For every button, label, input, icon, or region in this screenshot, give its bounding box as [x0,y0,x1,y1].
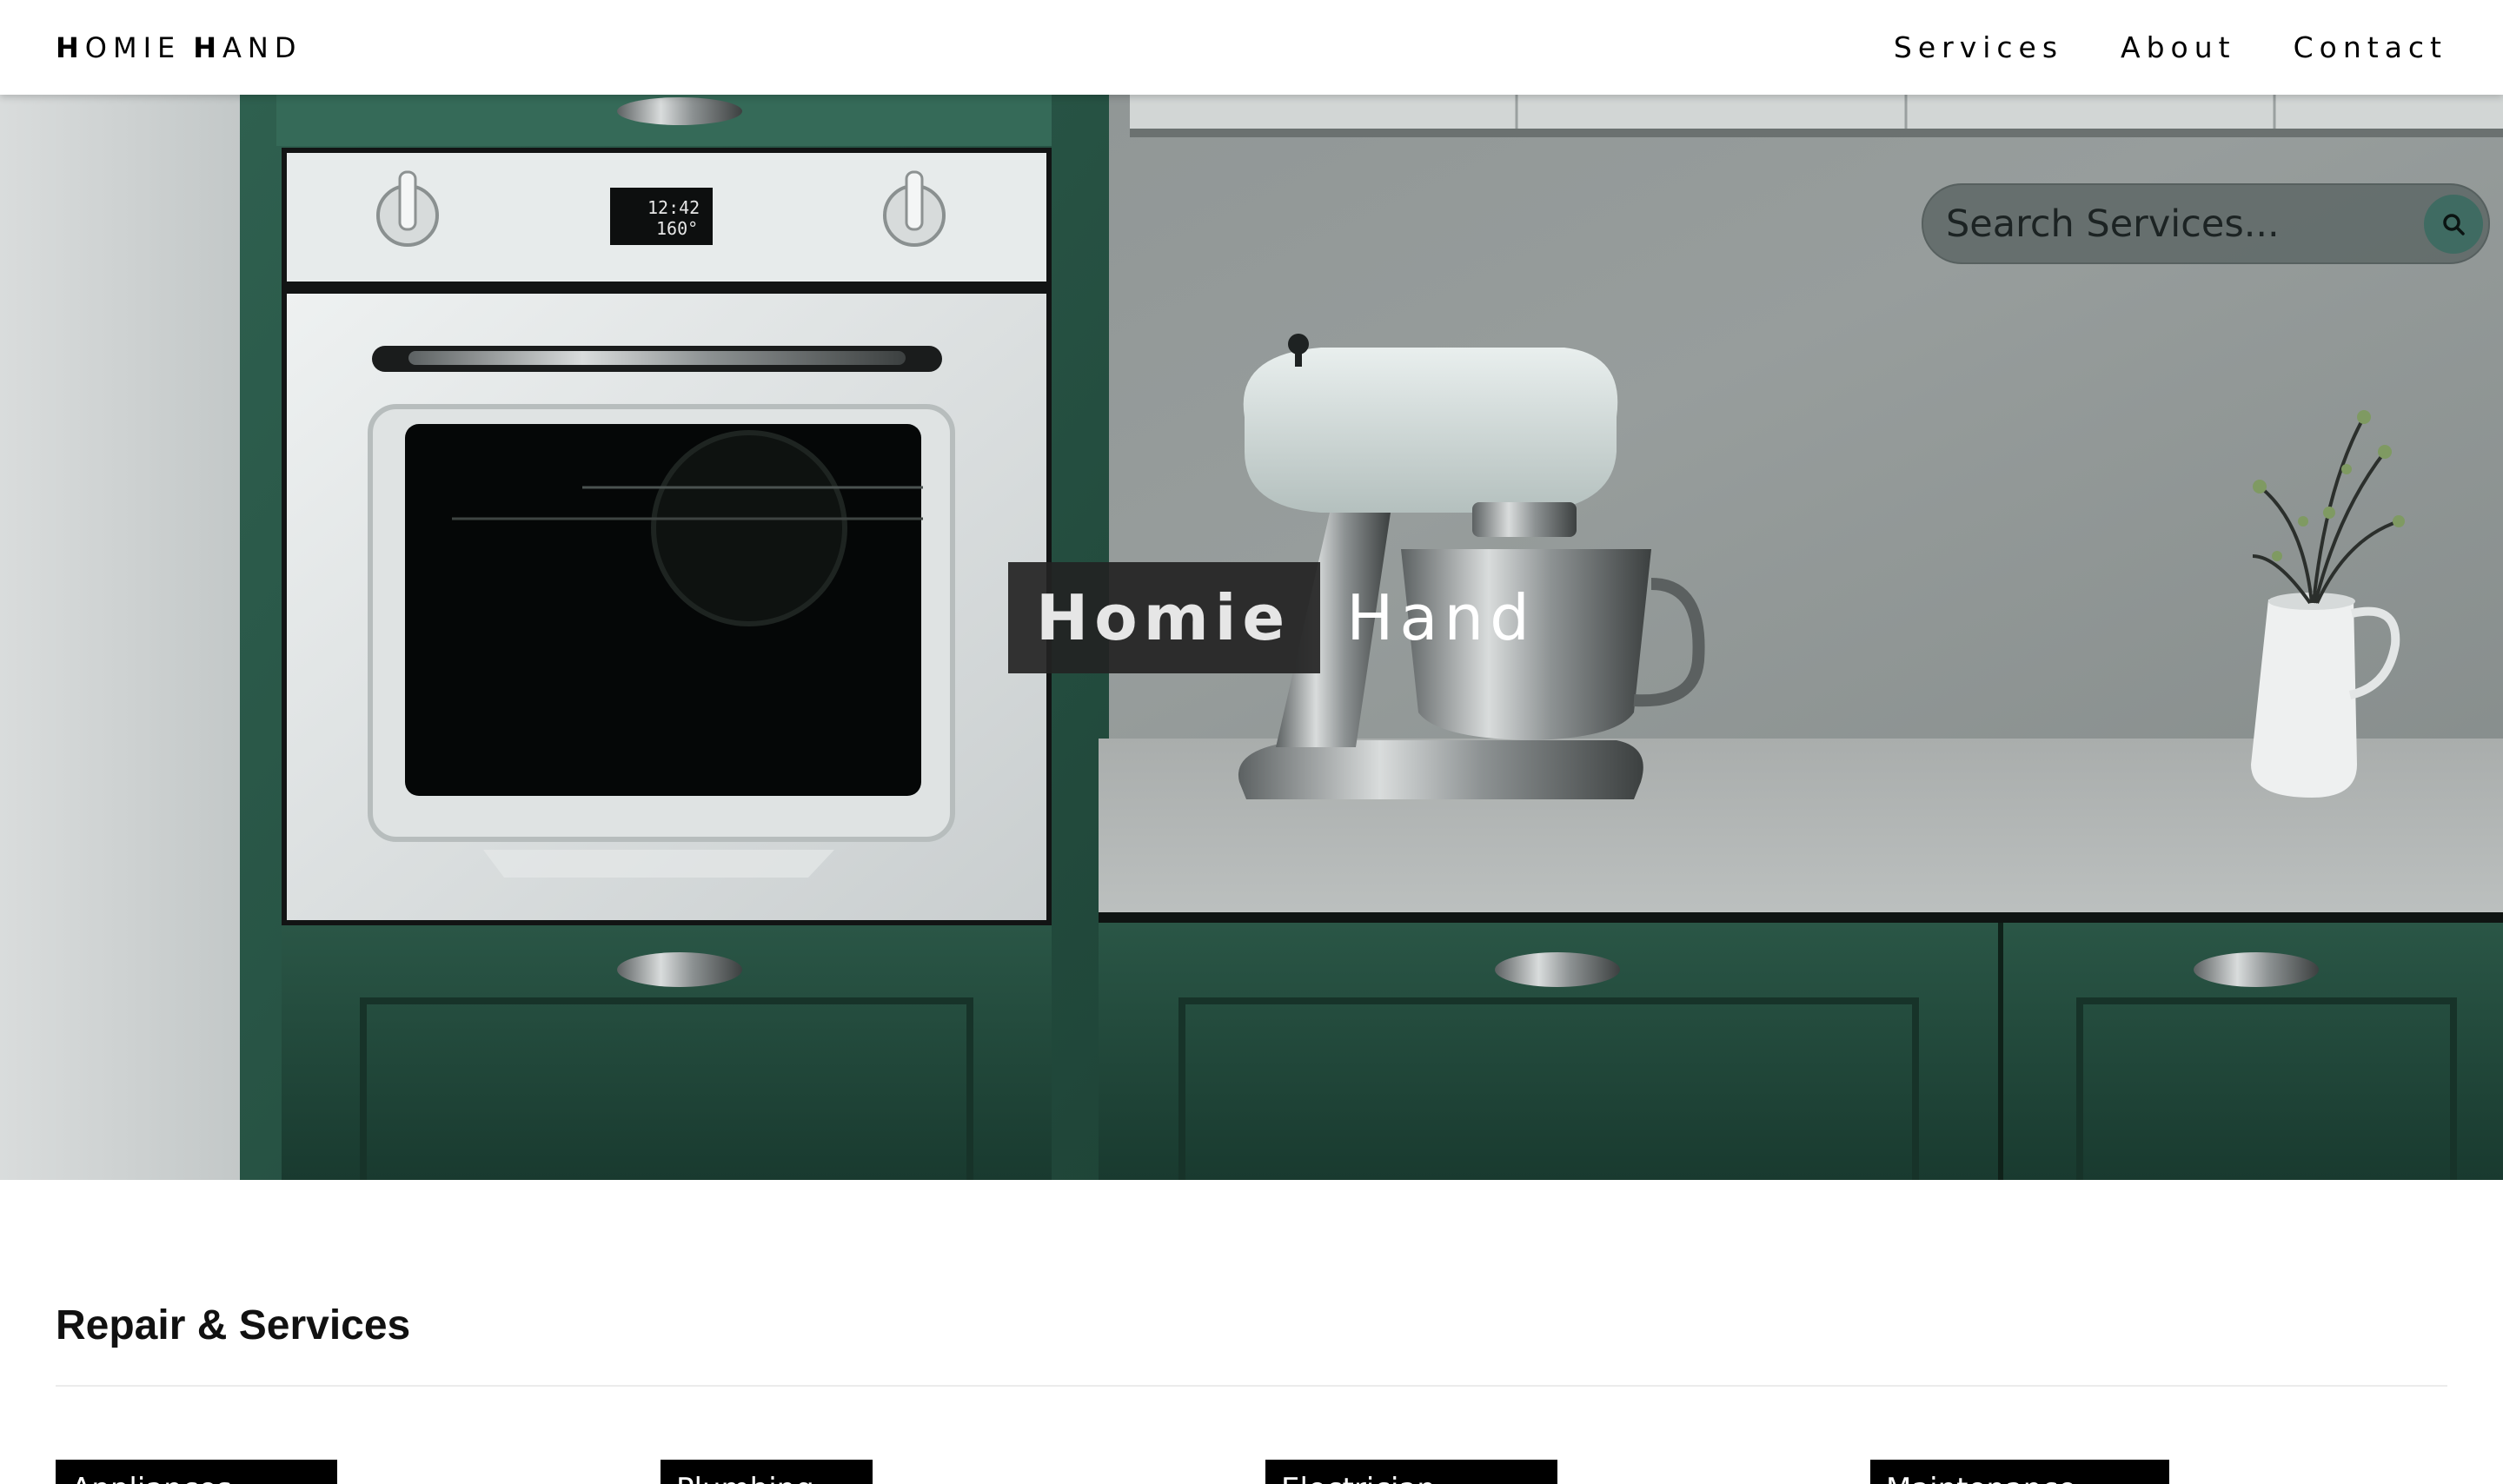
hero-title: Homie Hand [1008,562,1536,673]
oven-display-time: 12:42 [647,197,700,218]
search-services-box [1922,183,2490,264]
service-card-label: Appliances [71,1472,232,1484]
brand-logo[interactable]: H OMIE H AND [56,0,302,95]
top-navigation-bar: H OMIE H AND Services About Contact [0,0,2503,95]
brand-word-2: AND [222,30,302,64]
service-card-4[interactable]: Maintenance [1870,1460,2169,1484]
oven-display-temp: 160° [656,218,698,239]
nav-link-about[interactable]: About [2121,30,2236,64]
nav-link-contact[interactable]: Contact [2294,30,2447,64]
service-card-label: Maintenance [1886,1472,2076,1484]
brand-initial-1: H [56,30,85,64]
section-divider [56,1385,2447,1387]
search-input[interactable] [1946,183,2415,264]
brand-word-1: OMIE [84,30,182,64]
hero-title-bold: Homie [1008,562,1321,673]
search-button[interactable] [2424,195,2483,254]
service-card-2[interactable]: Plumbing [661,1460,873,1484]
hero-banner: 12:42 160° Search Services... Homie Hand [0,0,2503,1180]
service-card-label: Plumbing [676,1472,814,1484]
service-card-label: Electrician [1281,1472,1436,1484]
brand-initial-2: H [193,30,223,64]
main-nav: Services About Contact [1894,0,2447,95]
section-title: Repair & Services [56,1302,411,1348]
service-card-3[interactable]: Electrician [1265,1460,1557,1484]
search-icon [2443,214,2465,235]
service-card-1[interactable]: Appliances [56,1460,337,1484]
nav-link-services[interactable]: Services [1894,30,2063,64]
hero-title-light: Hand [1346,581,1536,654]
